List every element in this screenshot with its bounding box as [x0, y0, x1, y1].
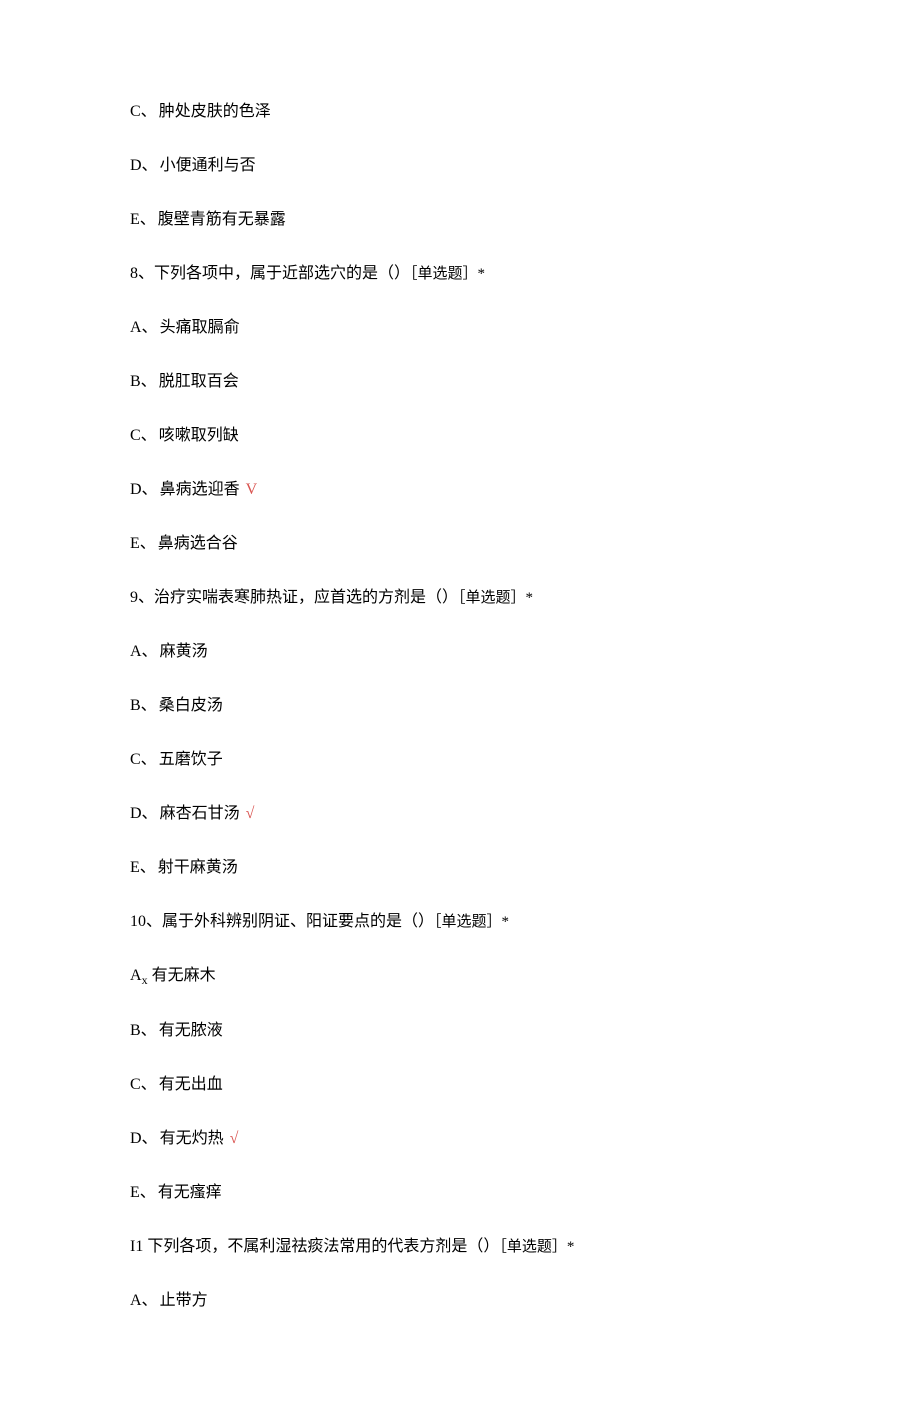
option-label: C、 [130, 1076, 157, 1093]
option-text: 小便通利与否 [160, 157, 256, 174]
option-line: D、鼻病选迎香 V [130, 478, 790, 502]
option-label: D、 [130, 157, 158, 174]
option-line: D、小便通利与否 [130, 154, 790, 178]
option-line: E、有无瘙痒 [130, 1181, 790, 1205]
correct-mark-icon: √ [226, 1130, 239, 1147]
option-label: D、 [130, 481, 158, 498]
option-line: E、腹壁青筋有无暴露 [130, 208, 790, 232]
option-label: D、 [130, 805, 158, 822]
question-text: 属于外科辨别阴证、阳证要点的是（） [162, 913, 434, 930]
question-type: ［单选题］* [434, 914, 509, 930]
option-line: E、射干麻黄汤 [130, 856, 790, 880]
option-text: 腹壁青筋有无暴露 [158, 211, 286, 228]
option-text: 麻杏石甘汤 [160, 805, 240, 822]
option-label: A、 [130, 643, 158, 660]
question-text: 下列各项，不属利湿祛痰法常用的代表方剂是（） [147, 1238, 499, 1255]
option-line: A、头痛取膈俞 [130, 316, 790, 340]
question-line: I1 下列各项，不属利湿祛痰法常用的代表方剂是（）［单选题］* [130, 1235, 790, 1259]
question-number: 9、 [130, 589, 154, 606]
option-label: B、 [130, 697, 157, 714]
option-text: 有无麻木 [152, 967, 216, 984]
question-text: 下列各项中，属于近部选穴的是（） [154, 265, 410, 282]
option-text: 鼻病选迎香 [160, 481, 240, 498]
question-line: 10、属于外科辨别阴证、阳证要点的是（）［单选题］* [130, 910, 790, 934]
question-number: 8、 [130, 265, 154, 282]
option-label: E、 [130, 535, 156, 552]
option-line: E、鼻病选合谷 [130, 532, 790, 556]
option-label: C、 [130, 751, 157, 768]
question-number: 10、 [130, 913, 162, 930]
option-line: C、有无出血 [130, 1073, 790, 1097]
option-text: 有无出血 [159, 1076, 223, 1093]
question-text: 治疗实喘表寒肺热证，应首选的方剂是（） [154, 589, 458, 606]
option-line: Ax 有无麻木 [130, 964, 790, 989]
option-label: B、 [130, 373, 157, 390]
option-label: B、 [130, 1022, 157, 1039]
option-line: C、五磨饮子 [130, 748, 790, 772]
option-text: 脱肛取百会 [159, 373, 239, 390]
option-line: D、麻杏石甘汤 √ [130, 802, 790, 826]
option-line: A、止带方 [130, 1289, 790, 1313]
option-label: D、 [130, 1130, 158, 1147]
option-line: D、有无灼热 √ [130, 1127, 790, 1151]
option-label: A、 [130, 319, 158, 336]
correct-mark-icon: √ [242, 805, 255, 822]
question-type: ［单选题］* [499, 1239, 574, 1255]
option-line: C、肿处皮肤的色泽 [130, 100, 790, 124]
correct-mark-icon: V [242, 481, 258, 498]
option-text: 有无灼热 [160, 1130, 224, 1147]
option-text: 有无瘙痒 [158, 1184, 222, 1201]
option-label: E、 [130, 859, 156, 876]
option-line: A、麻黄汤 [130, 640, 790, 664]
question-type: ［单选题］* [458, 590, 533, 606]
question-number: I1 [130, 1238, 147, 1255]
question-type: ［单选题］* [410, 266, 485, 282]
option-label: C、 [130, 103, 157, 120]
option-label-sub: x [142, 973, 148, 987]
option-label: E、 [130, 1184, 156, 1201]
option-text: 头痛取膈俞 [160, 319, 240, 336]
option-line: B、有无脓液 [130, 1019, 790, 1043]
question-line: 8、下列各项中，属于近部选穴的是（）［单选题］* [130, 262, 790, 286]
option-text: 咳嗽取列缺 [159, 427, 239, 444]
option-text: 五磨饮子 [159, 751, 223, 768]
option-text: 肿处皮肤的色泽 [159, 103, 271, 120]
option-line: B、脱肛取百会 [130, 370, 790, 394]
option-text: 有无脓液 [159, 1022, 223, 1039]
option-text: 射干麻黄汤 [158, 859, 238, 876]
option-text: 桑白皮汤 [159, 697, 223, 714]
option-line: B、桑白皮汤 [130, 694, 790, 718]
option-text: 鼻病选合谷 [158, 535, 238, 552]
option-text: 麻黄汤 [160, 643, 208, 660]
option-label: A [130, 967, 142, 984]
option-line: C、咳嗽取列缺 [130, 424, 790, 448]
option-label: C、 [130, 427, 157, 444]
option-label: E、 [130, 211, 156, 228]
question-line: 9、治疗实喘表寒肺热证，应首选的方剂是（）［单选题］* [130, 586, 790, 610]
